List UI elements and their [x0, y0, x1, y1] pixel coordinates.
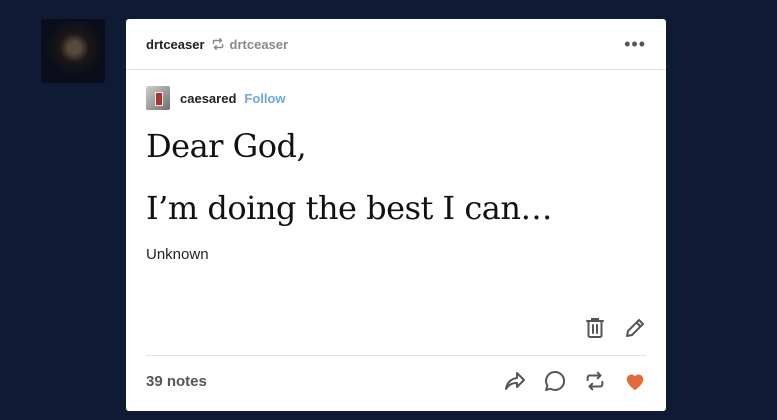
quote-line: I’m doing the best I can…: [146, 189, 552, 227]
edit-icon[interactable]: [624, 317, 646, 339]
reblog-trail-header: caesared Follow: [126, 70, 666, 110]
dashboard: drtceaser drtceaser ••• caesared Follow …: [0, 0, 777, 420]
delete-icon[interactable]: [584, 317, 606, 339]
share-icon[interactable]: [504, 370, 526, 392]
reblog-icon[interactable]: [584, 370, 606, 392]
reblog-icon: [211, 37, 225, 51]
reblog-source[interactable]: drtceaser: [230, 37, 289, 52]
more-options-button[interactable]: •••: [624, 35, 646, 53]
post-footer: 39 notes: [146, 365, 646, 397]
post-content: Dear God, I’m doing the best I can… Unkn…: [126, 126, 666, 263]
quote-line: Dear God,: [146, 127, 307, 165]
notes-count[interactable]: 39 notes: [146, 373, 207, 390]
reply-icon[interactable]: [544, 370, 566, 392]
post-owner-actions: [584, 317, 646, 339]
like-icon[interactable]: [624, 370, 646, 392]
reblog-username[interactable]: caesared: [180, 91, 236, 106]
reblog-avatar[interactable]: [146, 86, 170, 110]
post-card: drtceaser drtceaser ••• caesared Follow …: [126, 19, 666, 411]
post-author[interactable]: drtceaser: [146, 37, 205, 52]
quote-source: Unknown: [146, 246, 209, 263]
footer-divider: [146, 355, 646, 356]
blog-avatar[interactable]: [41, 19, 105, 83]
footer-actions: [504, 370, 646, 392]
follow-button[interactable]: Follow: [244, 91, 285, 106]
post-header: drtceaser drtceaser •••: [126, 19, 666, 70]
